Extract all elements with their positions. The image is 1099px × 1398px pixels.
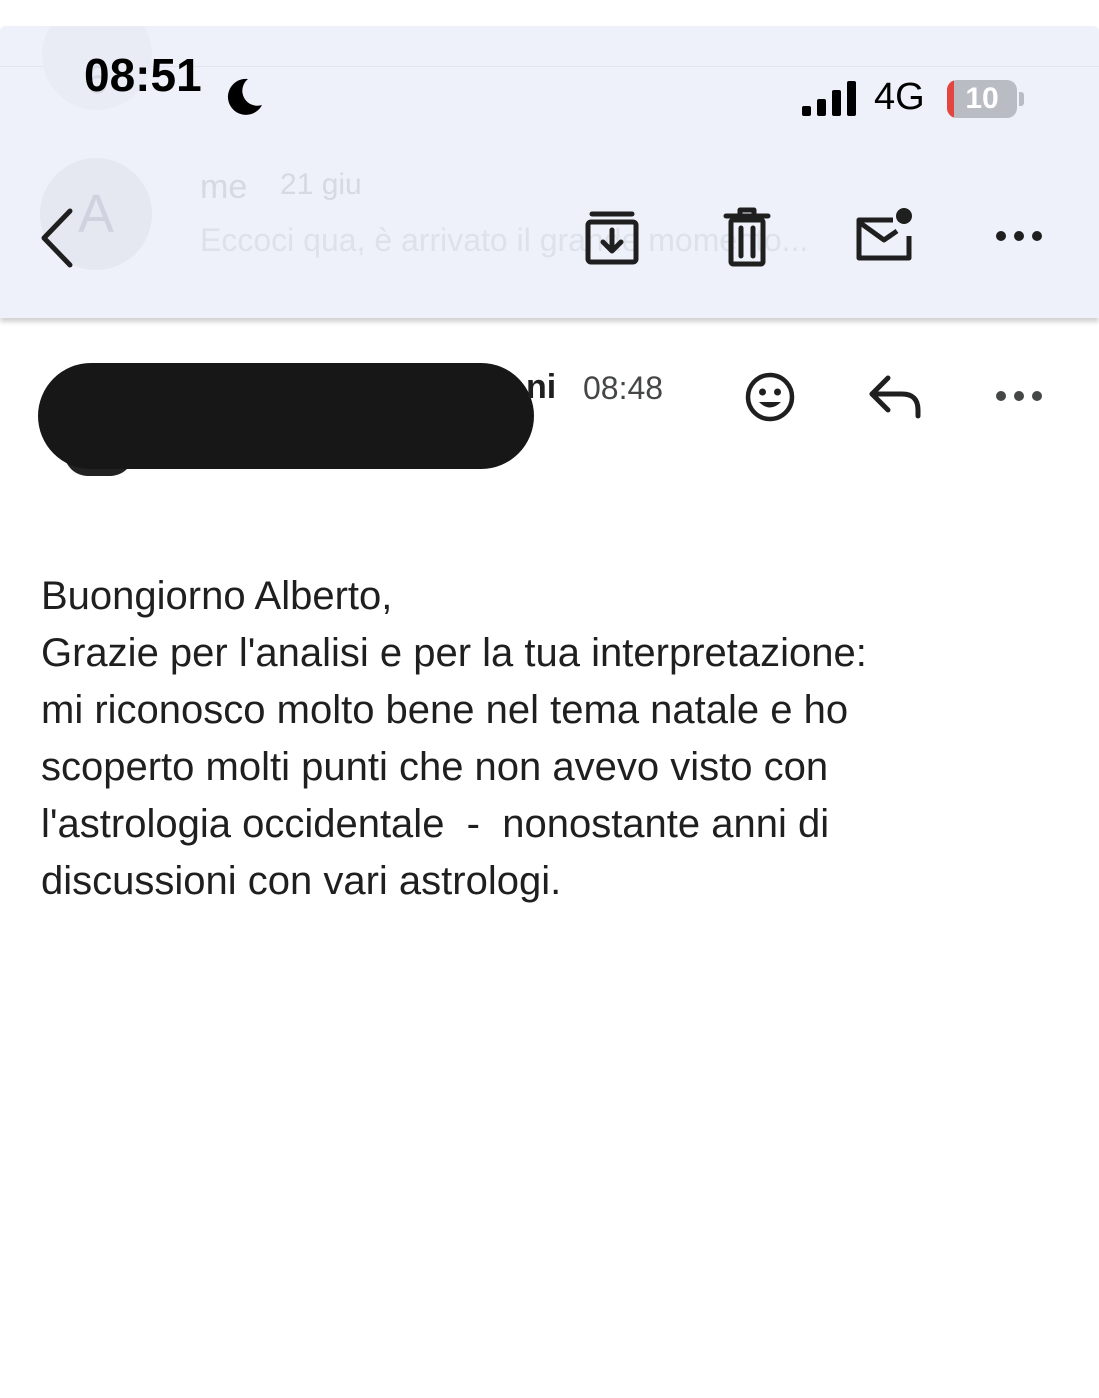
message-time: 08:48 bbox=[583, 370, 664, 406]
mark-unread-icon[interactable] bbox=[853, 206, 915, 264]
message-body-line: scoperto molti punti che non avevo visto… bbox=[41, 745, 829, 789]
battery-indicator: 10 bbox=[947, 80, 1017, 118]
reply-icon[interactable] bbox=[868, 374, 924, 420]
moon-icon bbox=[227, 78, 262, 115]
status-time: 08:51 bbox=[84, 49, 202, 101]
message-body-line: l'astrologia occidentale - nonostante an… bbox=[41, 802, 830, 846]
message-body-line: Buongiorno Alberto, bbox=[41, 574, 393, 618]
status-bar: 08:51 4G 10 bbox=[0, 0, 1099, 118]
message-body: Buongiorno Alberto, Grazie per l'analisi… bbox=[41, 568, 1071, 910]
background-date: 21 giu bbox=[280, 168, 362, 201]
redacted-sender bbox=[38, 363, 534, 469]
background-sender: me bbox=[200, 168, 248, 206]
message-body-line: Grazie per l'analisi e per la tua interp… bbox=[41, 631, 867, 675]
background-preview: Eccoci qua, è arrivato il grande momento… bbox=[200, 222, 809, 258]
message-more-icon[interactable] bbox=[994, 388, 1044, 404]
message-body-line: mi riconosco molto bene nel tema natale … bbox=[41, 688, 849, 732]
trash-icon[interactable] bbox=[722, 206, 772, 268]
message-body-line: discussioni con vari astrologi. bbox=[41, 859, 562, 903]
signal-icon bbox=[802, 81, 856, 116]
battery-tip bbox=[1019, 92, 1024, 106]
more-icon[interactable] bbox=[994, 228, 1044, 244]
archive-icon[interactable] bbox=[584, 208, 640, 266]
sender-name: ni bbox=[526, 368, 557, 406]
emoji-icon[interactable] bbox=[744, 371, 796, 423]
back-arrow-icon[interactable] bbox=[36, 205, 80, 271]
network-type: 4G bbox=[874, 76, 925, 118]
battery-percent: 10 bbox=[965, 82, 999, 115]
